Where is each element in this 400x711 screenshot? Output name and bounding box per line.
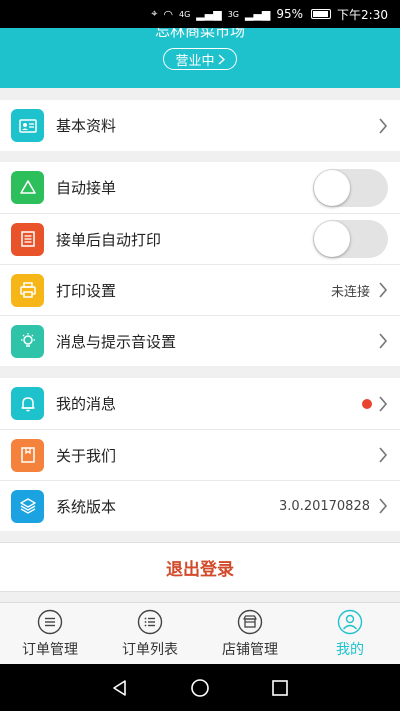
tab-label: 订单列表 bbox=[122, 642, 178, 658]
bottom-tab-bar: 订单管理 订单列表 店铺管理 我的 bbox=[0, 602, 400, 664]
row-about-label: 关于我们 bbox=[56, 446, 117, 465]
store-icon bbox=[237, 609, 263, 635]
row-notify-settings[interactable]: 消息与提示音设置 bbox=[0, 315, 400, 366]
row-auto-accept-label: 自动接单 bbox=[56, 179, 117, 197]
location-icon: ⌖ bbox=[151, 7, 158, 20]
logout-button[interactable]: 退出登录 bbox=[0, 542, 400, 592]
auto-print-toggle[interactable] bbox=[313, 220, 388, 258]
store-header: 忘林商菜市场 营业中 bbox=[0, 28, 400, 88]
tab-label: 我的 bbox=[336, 642, 364, 658]
chevron-right-icon bbox=[379, 282, 388, 298]
business-status-label: 营业中 bbox=[175, 53, 215, 69]
clock: 下午2:30 bbox=[337, 7, 388, 22]
row-auto-accept: 自动接单 bbox=[0, 162, 400, 213]
store-name: 忘林商菜市场 bbox=[154, 28, 245, 40]
row-auto-print: 接单后自动打印 bbox=[0, 213, 400, 264]
chevron-right-icon bbox=[379, 117, 388, 134]
net-4g-label: 4G bbox=[179, 9, 191, 19]
bell-icon bbox=[11, 387, 44, 420]
row-print-settings-label: 打印设置 bbox=[56, 281, 117, 300]
layers-icon bbox=[11, 489, 44, 523]
battery-percent: 95% bbox=[276, 7, 304, 21]
home-icon[interactable] bbox=[190, 678, 210, 698]
signal-icon-2: ▂▄▆ bbox=[244, 7, 271, 21]
row-my-messages-label: 我的消息 bbox=[56, 395, 117, 413]
chevron-right-icon bbox=[379, 333, 388, 349]
unread-dot bbox=[362, 398, 372, 409]
business-status-button[interactable]: 营业中 bbox=[163, 48, 237, 70]
tab-order-management[interactable]: 订单管理 bbox=[0, 603, 100, 664]
chevron-right-icon bbox=[218, 53, 225, 65]
settings-group: 自动接单 接单后自动打印 打印设置 未连接 消息与提示音设置 bbox=[0, 162, 400, 366]
recent-apps-icon[interactable] bbox=[270, 678, 290, 698]
signal-icon: ▂▄▆ bbox=[196, 7, 222, 21]
tab-mine[interactable]: 我的 bbox=[300, 603, 400, 664]
version-number: 3.0.20170828 bbox=[279, 498, 370, 514]
row-profile[interactable]: 基本资料 bbox=[0, 100, 400, 151]
user-icon bbox=[337, 609, 363, 635]
row-notify-settings-label: 消息与提示音设置 bbox=[56, 332, 177, 351]
auto-accept-icon bbox=[11, 171, 44, 204]
row-version[interactable]: 系统版本 3.0.20170828 bbox=[0, 480, 400, 531]
row-print-settings[interactable]: 打印设置 未连接 bbox=[0, 264, 400, 315]
row-version-label: 系统版本 bbox=[56, 497, 117, 516]
auto-accept-toggle[interactable] bbox=[313, 168, 388, 207]
net-3g-label: 3G bbox=[227, 9, 239, 19]
system-nav-bar bbox=[0, 664, 400, 711]
tab-order-list[interactable]: 订单列表 bbox=[100, 603, 200, 664]
info-group: 我的消息 关于我们 系统版本 3.0.20170828 bbox=[0, 378, 400, 531]
battery-icon bbox=[311, 9, 332, 19]
profile-group: 基本资料 bbox=[0, 100, 400, 151]
tab-label: 店铺管理 bbox=[222, 642, 278, 658]
profile-card-icon bbox=[11, 109, 44, 142]
chevron-right-icon bbox=[379, 395, 388, 412]
printer-status: 未连接 bbox=[330, 284, 370, 300]
order-list-icon bbox=[37, 609, 63, 635]
tab-label: 订单管理 bbox=[22, 642, 78, 658]
row-my-messages[interactable]: 我的消息 bbox=[0, 378, 400, 429]
auto-print-icon bbox=[11, 222, 44, 256]
row-auto-print-label: 接单后自动打印 bbox=[56, 230, 162, 249]
lightbulb-icon bbox=[11, 324, 44, 358]
about-icon bbox=[11, 438, 44, 472]
bullet-list-icon bbox=[137, 609, 163, 635]
printer-icon bbox=[11, 273, 44, 307]
status-bar: ⌖ ◠ 4G ▂▄▆ 3G ▂▄▆ 95% 下午2:30 bbox=[0, 0, 400, 28]
row-about[interactable]: 关于我们 bbox=[0, 429, 400, 480]
tab-store-management[interactable]: 店铺管理 bbox=[200, 603, 300, 664]
toggle-knob bbox=[314, 221, 350, 257]
chevron-right-icon bbox=[379, 498, 388, 514]
back-icon[interactable] bbox=[110, 678, 130, 698]
chevron-right-icon bbox=[379, 447, 388, 463]
wifi-icon: ◠ bbox=[163, 7, 173, 21]
row-profile-label: 基本资料 bbox=[56, 117, 117, 135]
toggle-knob bbox=[314, 169, 350, 206]
